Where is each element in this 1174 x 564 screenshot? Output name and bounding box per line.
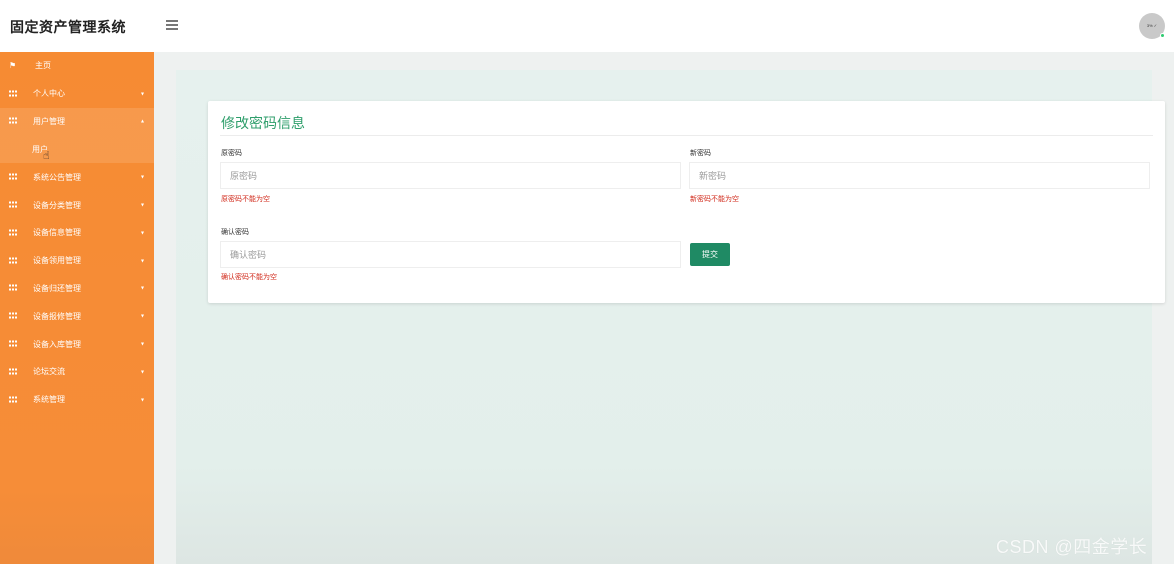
chevron-down-icon: ▾ bbox=[141, 285, 145, 292]
sidebar-item-device-info[interactable]: 设备信息管理 ▾ bbox=[0, 219, 154, 247]
hand-cursor-icon: ☝ bbox=[43, 150, 50, 162]
chevron-down-icon: ▾ bbox=[141, 313, 145, 320]
chevron-down-icon: ▾ bbox=[141, 397, 145, 404]
sidebar-item-label: 设备入库管理 bbox=[33, 339, 81, 349]
grid-icon bbox=[9, 368, 17, 375]
chevron-down-icon: ▾ bbox=[141, 230, 145, 237]
sidebar-item-label: 设备归还管理 bbox=[33, 283, 81, 293]
sidebar-item-home[interactable]: ⚑ 主页 bbox=[0, 52, 154, 80]
sidebar-item-label: 设备领用管理 bbox=[33, 256, 81, 266]
sidebar-item-label: 系统管理 bbox=[33, 395, 65, 405]
chevron-down-icon: ▾ bbox=[141, 369, 145, 376]
sidebar-item-label: 个人中心 bbox=[33, 89, 65, 99]
sidebar-item-label: 主页 bbox=[35, 61, 51, 71]
new-password-input[interactable] bbox=[689, 162, 1150, 189]
grid-icon bbox=[9, 257, 17, 264]
old-password-label: 原密码 bbox=[221, 150, 242, 157]
online-status-dot bbox=[1160, 33, 1165, 38]
sidebar-item-device-category[interactable]: 设备分类管理 ▾ bbox=[0, 191, 154, 219]
grid-icon bbox=[9, 396, 17, 403]
submit-button[interactable]: 提交 bbox=[690, 243, 730, 266]
flag-icon: ⚑ bbox=[9, 60, 17, 70]
sidebar-item-label: 设备报修管理 bbox=[33, 311, 81, 321]
old-password-input[interactable] bbox=[220, 162, 681, 189]
grid-icon bbox=[9, 173, 17, 181]
chevron-up-icon: ▴ bbox=[141, 118, 145, 125]
confirm-password-input[interactable] bbox=[220, 241, 681, 268]
chevron-down-icon: ▾ bbox=[141, 341, 145, 348]
sidebar-item-device-return[interactable]: 设备归还管理 ▾ bbox=[0, 275, 154, 303]
sidebar-item-forum[interactable]: 论坛交流 ▾ bbox=[0, 358, 154, 386]
sidebar-item-user-management[interactable]: 用户管理 ▴ bbox=[0, 107, 154, 136]
sidebar-item-personal-center[interactable]: 个人中心 ▾ bbox=[0, 80, 154, 108]
sidebar-item-label: 系统公告管理 bbox=[33, 172, 81, 182]
app-title: 固定资产管理系统 bbox=[10, 19, 126, 35]
sidebar-item-label: 用户管理 bbox=[33, 116, 65, 126]
sidebar-item-system-management[interactable]: 系统管理 ▾ bbox=[0, 386, 154, 414]
main-content: 修改密码信息 原密码 原密码不能为空 新密码 新密码不能为空 确认密码 确认密码… bbox=[154, 52, 1174, 564]
content-panel: 修改密码信息 原密码 原密码不能为空 新密码 新密码不能为空 确认密码 确认密码… bbox=[176, 70, 1165, 564]
new-password-label: 新密码 bbox=[690, 150, 711, 157]
chevron-down-icon: ▾ bbox=[141, 258, 145, 265]
grid-icon bbox=[9, 284, 17, 292]
top-bar: 固定资产管理系统 3% ✓ bbox=[0, 0, 1174, 52]
grid-icon bbox=[9, 117, 17, 125]
confirm-password-error: 确认密码不能为空 bbox=[221, 274, 277, 281]
grid-icon bbox=[9, 90, 17, 97]
sidebar-item-label: 设备分类管理 bbox=[33, 200, 81, 210]
new-password-error: 新密码不能为空 bbox=[690, 196, 739, 203]
confirm-password-label: 确认密码 bbox=[221, 229, 249, 236]
chevron-down-icon: ▾ bbox=[141, 202, 145, 209]
sidebar-item-label: 论坛交流 bbox=[33, 367, 65, 377]
sidebar-item-device-checkout[interactable]: 设备领用管理 ▾ bbox=[0, 247, 154, 275]
chevron-down-icon: ▾ bbox=[141, 174, 145, 181]
grid-icon bbox=[9, 201, 17, 209]
sidebar-item-label: 设备信息管理 bbox=[33, 228, 81, 238]
sidebar: ⚑ 主页 个人中心 ▾ 用户管理 ▴ 用户 系统公告管理 ▾ 设备分类管理 ▾ … bbox=[0, 52, 154, 564]
grid-icon bbox=[9, 340, 17, 348]
sidebar-item-device-stock-in[interactable]: 设备入库管理 ▾ bbox=[0, 330, 154, 358]
grid-icon bbox=[9, 312, 17, 320]
chevron-down-icon: ▾ bbox=[141, 91, 145, 98]
sidebar-item-announcements[interactable]: 系统公告管理 ▾ bbox=[0, 163, 154, 191]
sidebar-item-device-repair[interactable]: 设备报修管理 ▾ bbox=[0, 302, 154, 330]
page-title: 修改密码信息 bbox=[221, 115, 305, 131]
change-password-card: 修改密码信息 原密码 原密码不能为空 新密码 新密码不能为空 确认密码 确认密码… bbox=[208, 101, 1165, 303]
title-divider bbox=[220, 135, 1153, 136]
old-password-error: 原密码不能为空 bbox=[221, 196, 270, 203]
menu-toggle-icon[interactable] bbox=[166, 20, 178, 30]
watermark: CSDN @四金学长 bbox=[996, 537, 1148, 557]
grid-icon bbox=[9, 229, 17, 236]
sidebar-subitem-users[interactable]: 用户 bbox=[0, 135, 154, 164]
